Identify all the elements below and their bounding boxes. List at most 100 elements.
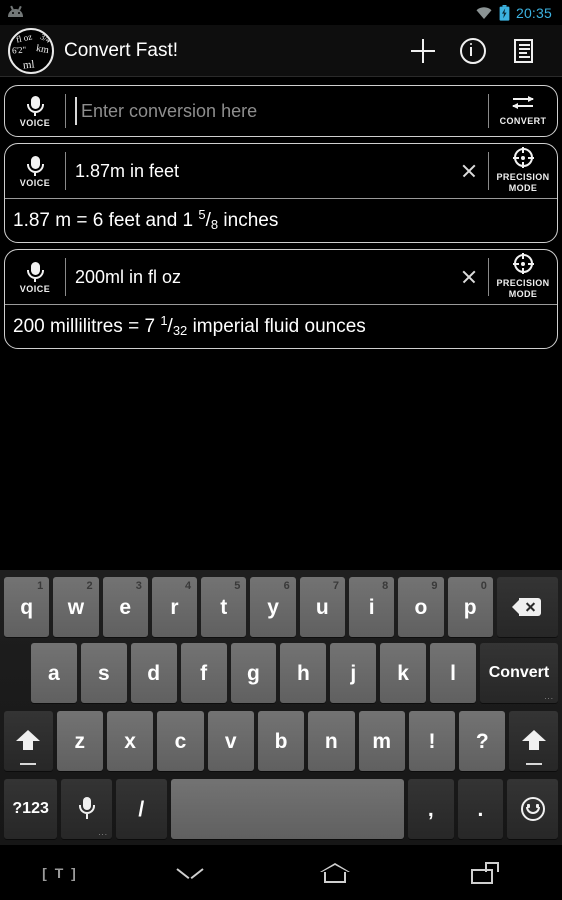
conversion-query-value: 200ml in fl oz bbox=[75, 266, 182, 287]
list-document-icon bbox=[513, 38, 533, 63]
key-q[interactable]: 1q bbox=[4, 577, 50, 637]
key-label: u bbox=[315, 595, 329, 619]
key-s[interactable]: s bbox=[80, 643, 127, 703]
status-bar-notifications bbox=[6, 5, 26, 20]
microphone-icon bbox=[26, 262, 44, 282]
convert-button[interactable]: CONVERT bbox=[489, 86, 557, 136]
key-label: d bbox=[147, 661, 161, 685]
key-label: c bbox=[174, 729, 187, 753]
key-label: e bbox=[119, 595, 132, 619]
key-label: b bbox=[274, 729, 288, 753]
key-f[interactable]: f bbox=[180, 643, 227, 703]
key-label: h bbox=[296, 661, 310, 685]
key-label: z bbox=[74, 729, 86, 753]
key-n[interactable]: n bbox=[308, 711, 355, 771]
recent-apps-button[interactable] bbox=[410, 845, 560, 900]
key-comma[interactable]: , bbox=[407, 779, 454, 839]
navigation-bar: [ T ] bbox=[0, 845, 562, 900]
crosshair-target-icon bbox=[512, 253, 534, 274]
key-c[interactable]: c bbox=[157, 711, 204, 771]
key-g[interactable]: g bbox=[230, 643, 277, 703]
key-e[interactable]: 3e bbox=[102, 577, 148, 637]
voice-input-button[interactable]: VOICE bbox=[5, 86, 65, 136]
key-label: o bbox=[414, 595, 428, 619]
key-label: w bbox=[67, 595, 85, 619]
key-w[interactable]: 2w bbox=[53, 577, 99, 637]
battery-charging-icon bbox=[499, 4, 510, 21]
recent-apps-icon bbox=[471, 861, 499, 884]
clear-query-button[interactable] bbox=[450, 144, 488, 198]
key-h[interactable]: h bbox=[280, 643, 327, 703]
key-period[interactable]: . bbox=[457, 779, 504, 839]
key-exclamation[interactable]: ! bbox=[408, 711, 456, 771]
clear-query-button[interactable] bbox=[450, 250, 488, 304]
key-slash[interactable]: / bbox=[115, 779, 167, 839]
ime-switcher-button[interactable]: [ T ] bbox=[0, 845, 120, 900]
key-x[interactable]: x bbox=[106, 711, 154, 771]
key-sup-label: 7 bbox=[332, 580, 339, 592]
conversion-card-list: VOICE Enter conversion here CONVERT VOIC… bbox=[0, 79, 562, 349]
home-button[interactable] bbox=[260, 845, 410, 900]
ime-switcher-label: [ T ] bbox=[42, 864, 78, 881]
logo-text-km: km bbox=[35, 42, 50, 56]
key-i[interactable]: 8i bbox=[348, 577, 395, 637]
conversion-query-field[interactable]: 1.87m in feet bbox=[66, 144, 450, 198]
precision-mode-button[interactable]: PRECISION MODE bbox=[489, 250, 557, 304]
key-u[interactable]: 7u bbox=[299, 577, 345, 637]
key-b[interactable]: b bbox=[257, 711, 305, 771]
key-z[interactable]: z bbox=[56, 711, 103, 771]
key-shift-right[interactable] bbox=[509, 711, 559, 771]
key-m[interactable]: m bbox=[358, 711, 405, 771]
conversion-card-input-row: VOICE 200ml in fl oz PRECISION MODE bbox=[5, 250, 557, 304]
chevron-down-icon bbox=[177, 866, 203, 879]
info-button[interactable] bbox=[448, 26, 498, 76]
key-r[interactable]: 4r bbox=[151, 577, 198, 637]
key-o[interactable]: 9o bbox=[398, 577, 444, 637]
key-convert-enter[interactable]: Convert ... bbox=[479, 643, 558, 703]
key-backspace[interactable] bbox=[496, 577, 558, 637]
key-label: Convert bbox=[488, 664, 550, 681]
key-l[interactable]: l bbox=[430, 643, 476, 703]
key-sup-label: 6 bbox=[283, 580, 290, 592]
conversion-card-input-row: VOICE 1.87m in feet PRECISION MODE bbox=[5, 144, 557, 198]
key-k[interactable]: k bbox=[380, 643, 427, 703]
precision-mode-button[interactable]: PRECISION MODE bbox=[489, 144, 557, 198]
key-emoji[interactable] bbox=[507, 779, 558, 839]
precision-mode-label-line1: PRECISION bbox=[496, 172, 550, 182]
voice-input-button[interactable]: VOICE bbox=[5, 144, 65, 198]
logo-text-ml: ml bbox=[22, 57, 36, 72]
key-voice-input[interactable]: ... bbox=[61, 779, 112, 839]
keyboard-row-2: a s d f g h j k l Convert ... bbox=[0, 641, 562, 709]
conversion-result: 1.87 m = 6 feet and 1 5/8 inches bbox=[5, 198, 557, 242]
key-j[interactable]: j bbox=[330, 643, 377, 703]
key-question[interactable]: ? bbox=[459, 711, 506, 771]
on-screen-keyboard: 1q 2w 3e 4r 5t 6y 7u 8i 9o 0p a s d f g … bbox=[0, 570, 562, 845]
key-p[interactable]: 0p bbox=[447, 577, 493, 637]
key-sup-label: 3 bbox=[135, 580, 142, 592]
key-shift-left[interactable] bbox=[4, 711, 53, 771]
key-space[interactable] bbox=[170, 779, 404, 839]
key-t[interactable]: 5t bbox=[201, 577, 247, 637]
result-fraction: 5/8 bbox=[198, 207, 218, 232]
key-symbols[interactable]: ?123 bbox=[4, 779, 58, 839]
emoji-smiley-icon bbox=[520, 797, 545, 821]
key-more-indicator: ... bbox=[98, 828, 108, 837]
logo-text-floz: fl oz bbox=[15, 30, 34, 45]
key-label: j bbox=[350, 661, 357, 685]
history-button[interactable] bbox=[498, 26, 548, 76]
voice-input-button[interactable]: VOICE bbox=[5, 250, 65, 304]
key-label: ?123 bbox=[12, 800, 49, 817]
conversion-query-field[interactable]: Enter conversion here bbox=[66, 86, 488, 136]
add-conversion-button[interactable] bbox=[398, 26, 448, 76]
key-v[interactable]: v bbox=[207, 711, 254, 771]
key-d[interactable]: d bbox=[130, 643, 177, 703]
swap-arrows-icon bbox=[511, 95, 535, 111]
conversion-query-field[interactable]: 200ml in fl oz bbox=[66, 250, 450, 304]
key-a[interactable]: a bbox=[30, 643, 77, 703]
key-y[interactable]: 6y bbox=[250, 577, 296, 637]
key-label: l bbox=[450, 661, 456, 685]
back-button[interactable] bbox=[120, 845, 260, 900]
key-sup-label: 0 bbox=[480, 580, 487, 592]
logo-text-height: 6'2" bbox=[11, 44, 27, 55]
result-prefix: 1.87 m = 6 feet and 1 bbox=[13, 210, 199, 231]
